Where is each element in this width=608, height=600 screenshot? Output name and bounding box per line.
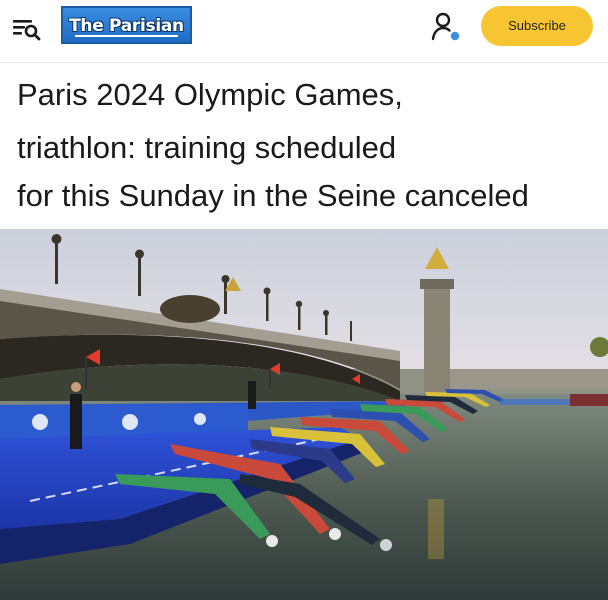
article-title-line: for this Sunday in the Seine canceled (17, 178, 529, 213)
article-photo (0, 229, 608, 600)
user-icon[interactable] (430, 10, 464, 44)
site-header: The Parisian Subscribe (0, 0, 608, 63)
article-title-line: Paris 2024 Olympic Games, (17, 77, 403, 112)
subscribe-button[interactable]: Subscribe (481, 6, 593, 46)
site-logo[interactable]: The Parisian (61, 6, 192, 44)
menu-search-icon[interactable] (10, 12, 44, 46)
article-title-line: triathlon: training scheduled (17, 130, 397, 165)
logo-underline (75, 35, 178, 37)
logo-text: The Parisian (69, 16, 184, 36)
article-title: Paris 2024 Olympic Games, triathlon: tra… (17, 70, 597, 221)
